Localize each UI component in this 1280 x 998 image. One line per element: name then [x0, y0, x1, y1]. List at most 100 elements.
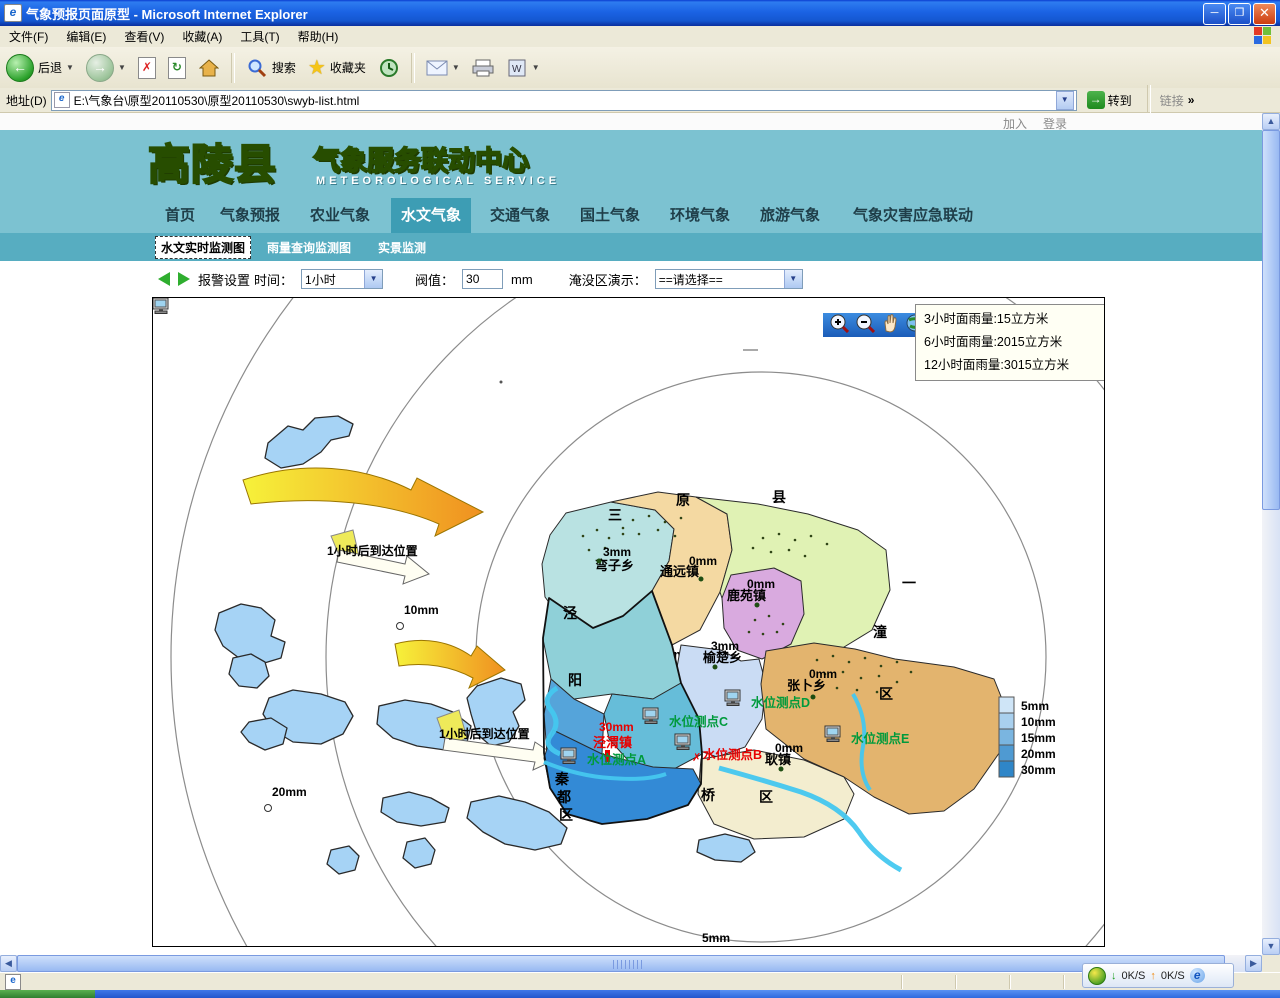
prev-arrow-icon[interactable] — [158, 272, 170, 286]
subnav-realtime-monitor[interactable]: 水文实时监测图 — [155, 236, 251, 259]
svg-text:区: 区 — [879, 686, 893, 702]
svg-text:区: 区 — [759, 789, 773, 805]
hydrology-map[interactable]: 3小时面雨量:15立方米 6小时面雨量:2015立方米 12小时面雨量:3015… — [152, 297, 1105, 947]
zoom-in-icon[interactable] — [829, 313, 849, 338]
svg-text:潼: 潼 — [873, 624, 887, 640]
status-page-icon: e — [5, 974, 21, 990]
forward-button[interactable]: → ▼ — [80, 52, 132, 84]
nav-hydrology[interactable]: 水文气象 — [391, 198, 471, 233]
address-value: E:\气象台\原型20110530\原型20110530\swyb-list.h… — [74, 92, 360, 109]
map-canvas[interactable]: 1小时后到达位置 1小时后到达位置 10mm 20mm 5mm 20mm — [153, 298, 1104, 946]
nav-weather-forecast[interactable]: 气象预报 — [213, 198, 287, 233]
forward-dropdown-icon[interactable]: ▼ — [118, 63, 126, 72]
net-monitor-icon — [1088, 967, 1106, 985]
horizontal-scroll-thumb[interactable] — [17, 955, 1225, 972]
mail-button[interactable]: ▼ — [420, 55, 466, 81]
name-gengzhen: 耿镇 — [765, 752, 791, 767]
home-icon — [198, 57, 220, 79]
menu-file[interactable]: 文件(F) — [0, 28, 57, 45]
home-button[interactable] — [192, 55, 226, 81]
menu-help[interactable]: 帮助(H) — [289, 28, 348, 45]
go-button[interactable]: → 转到 — [1081, 90, 1138, 110]
back-dropdown-icon[interactable]: ▼ — [66, 63, 74, 72]
back-label: 后退 — [38, 59, 62, 76]
history-icon — [378, 57, 400, 79]
start-button-stub[interactable] — [0, 990, 95, 998]
zoom-out-icon[interactable] — [855, 313, 875, 338]
stop-icon: ✗ — [138, 57, 156, 79]
nav-disaster-emergency[interactable]: 气象灾害应急联动 — [843, 198, 983, 233]
flood-demo-label: 淹没区演示： — [569, 270, 647, 289]
mail-dropdown-icon[interactable]: ▼ — [452, 63, 460, 72]
print-icon — [472, 57, 494, 79]
back-button[interactable]: ← 后退 ▼ — [0, 52, 80, 84]
minimize-button[interactable]: ─ — [1203, 3, 1226, 25]
net-speed-widget[interactable]: ↓ 0K/S ↑ 0K/S e — [1082, 963, 1234, 988]
name-zhangbu: 张卜乡 — [787, 678, 826, 693]
menu-favorites[interactable]: 收藏(A) — [173, 28, 231, 45]
back-icon: ← — [6, 54, 34, 82]
ie-app-icon: e — [4, 4, 22, 22]
toolbar-separator — [411, 53, 415, 83]
svg-text:10mm: 10mm — [1021, 715, 1056, 729]
menu-view[interactable]: 查看(V) — [115, 28, 173, 45]
svg-text:县: 县 — [772, 489, 786, 505]
search-button[interactable]: 搜索 — [240, 55, 302, 81]
rain-6h: 6小时面雨量:2015立方米 — [924, 331, 1105, 354]
horizontal-scrollbar[interactable]: ◀ ▶ — [0, 955, 1262, 972]
scroll-left-icon[interactable]: ◀ — [0, 955, 17, 972]
links-label[interactable]: 链接 — [1160, 92, 1184, 109]
nav-land[interactable]: 国土气象 — [573, 198, 647, 233]
vertical-scroll-thumb[interactable] — [1262, 130, 1280, 510]
flood-select-dropdown-icon[interactable]: ▼ — [784, 270, 802, 288]
flood-select[interactable]: ==请选择== ▼ — [655, 269, 803, 289]
station-icon-e — [825, 726, 840, 742]
threshold-value: 30 — [466, 272, 479, 286]
time-select-dropdown-icon[interactable]: ▼ — [364, 270, 382, 288]
unit-label: mm — [511, 272, 533, 287]
time-label: 时间： — [254, 270, 293, 289]
menu-tools[interactable]: 工具(T) — [231, 28, 288, 45]
edit-dropdown-icon[interactable]: ▼ — [532, 63, 540, 72]
motion-arrow-icon — [243, 468, 483, 536]
address-dropdown-icon[interactable]: ▼ — [1056, 91, 1074, 110]
svg-text:✗: ✗ — [692, 752, 701, 764]
favorites-button[interactable]: ★ 收藏夹 — [302, 53, 372, 82]
sub-nav: 水文实时监测图 雨量查询监测图 实景监测 — [0, 233, 1262, 261]
scroll-up-icon[interactable]: ▲ — [1262, 113, 1280, 130]
address-input[interactable]: e E:\气象台\原型20110530\原型20110530\swyb-list… — [51, 90, 1077, 111]
next-arrow-icon[interactable] — [178, 272, 190, 286]
menu-edit[interactable]: 编辑(E) — [57, 28, 115, 45]
refresh-button[interactable]: ↻ — [162, 55, 192, 81]
stop-button[interactable]: ✗ — [132, 55, 162, 81]
nav-tourism[interactable]: 旅游气象 — [753, 198, 827, 233]
scroll-right-icon[interactable]: ▶ — [1245, 955, 1262, 972]
subnav-rain-query[interactable]: 雨量查询监测图 — [267, 239, 351, 256]
nav-agriculture[interactable]: 农业气象 — [303, 198, 377, 233]
links-chevron-icon[interactable]: » — [1188, 93, 1195, 107]
status-divider — [1063, 975, 1065, 989]
threshold-input[interactable]: 30 — [462, 269, 503, 289]
scroll-down-icon[interactable]: ▼ — [1262, 938, 1280, 955]
print-button[interactable] — [466, 55, 500, 81]
svg-text:秦: 秦 — [554, 771, 570, 787]
time-select-value: 1小时 — [305, 271, 336, 288]
edit-icon: W — [506, 57, 528, 79]
history-button[interactable] — [372, 55, 406, 81]
site-header: 高陵县 气象服务联动中心 METEOROLOGICAL SERVICE 首页 气… — [0, 130, 1262, 233]
go-arrow-icon: → — [1087, 91, 1105, 109]
nav-traffic[interactable]: 交通气象 — [483, 198, 557, 233]
alert-value: 30mm — [599, 720, 634, 734]
nav-home[interactable]: 首页 — [158, 198, 202, 233]
subnav-live-monitor[interactable]: 实景监测 — [378, 239, 426, 256]
pan-hand-icon[interactable] — [881, 313, 899, 338]
close-button[interactable]: ✕ — [1253, 3, 1276, 25]
svg-text:都: 都 — [556, 789, 571, 805]
maximize-button[interactable]: ❐ — [1228, 3, 1251, 25]
time-select[interactable]: 1小时 ▼ — [301, 269, 383, 289]
station-a-label: 水位测点A — [587, 752, 646, 767]
nav-environment[interactable]: 环境气象 — [663, 198, 737, 233]
edit-button[interactable]: W ▼ — [500, 55, 546, 81]
taskbar-button[interactable] — [720, 990, 1280, 998]
vertical-scrollbar[interactable]: ▲ ▼ — [1262, 113, 1280, 955]
